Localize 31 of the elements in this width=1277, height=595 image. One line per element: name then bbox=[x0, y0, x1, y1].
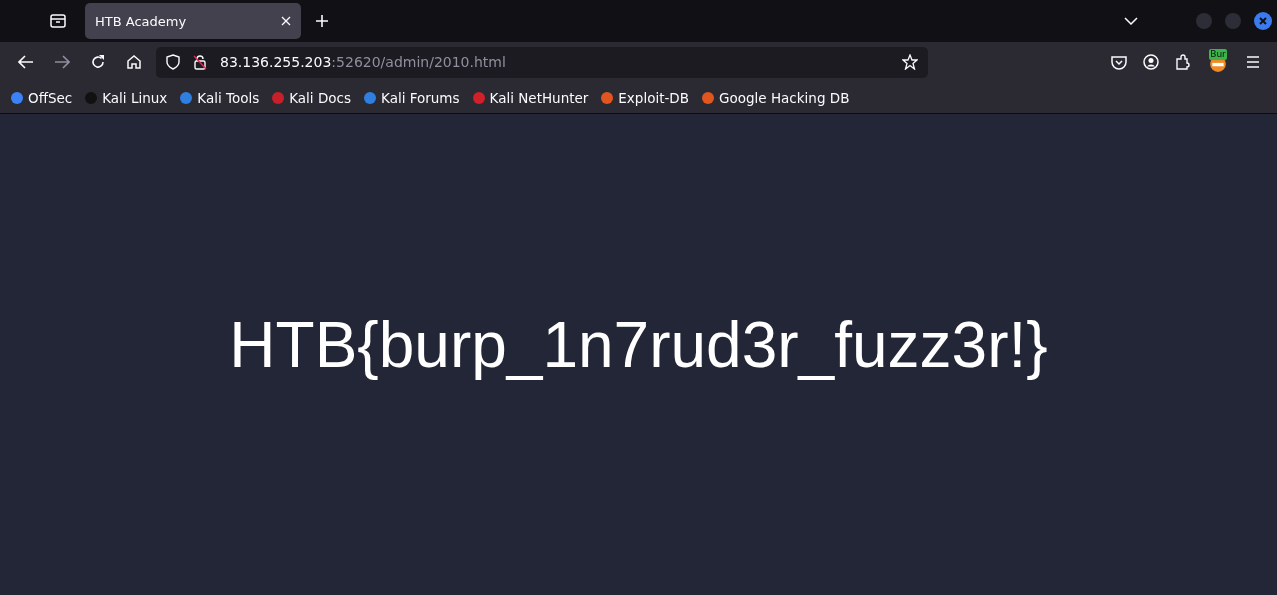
pocket-icon[interactable] bbox=[1111, 54, 1127, 70]
account-icon[interactable] bbox=[1143, 54, 1159, 70]
bookmark-item[interactable]: Kali NetHunter bbox=[471, 89, 589, 106]
close-window-button[interactable] bbox=[1254, 12, 1272, 30]
forward-icon[interactable] bbox=[54, 55, 70, 69]
close-icon bbox=[1259, 17, 1267, 25]
extension-button[interactable]: Bur bbox=[1207, 49, 1229, 75]
extension-badge: Bur bbox=[1209, 49, 1227, 60]
bookmark-item[interactable]: OffSec bbox=[10, 89, 73, 106]
shield-icon[interactable] bbox=[166, 54, 180, 70]
bookmark-item[interactable]: Google Hacking DB bbox=[701, 89, 850, 106]
close-icon[interactable] bbox=[281, 16, 291, 26]
bookmark-item[interactable]: Kali Docs bbox=[271, 89, 352, 106]
reload-icon[interactable] bbox=[90, 54, 106, 70]
home-icon[interactable] bbox=[126, 54, 142, 70]
insecure-lock-icon[interactable] bbox=[192, 54, 208, 70]
url-text: 83.136.255.203:52620/admin/2010.html bbox=[220, 54, 506, 70]
chevron-down-icon[interactable] bbox=[1124, 17, 1138, 25]
back-icon[interactable] bbox=[18, 55, 34, 69]
flag-text: HTB{burp_1n7rud3r_fuzz3r!} bbox=[229, 308, 1048, 383]
bookmark-item[interactable]: Kali Linux bbox=[84, 89, 168, 106]
bookmark-item[interactable]: Kali Tools bbox=[179, 89, 260, 106]
tab-list-icon[interactable] bbox=[50, 14, 66, 28]
bookmark-item[interactable]: Exploit-DB bbox=[600, 89, 689, 106]
star-icon[interactable] bbox=[902, 54, 918, 70]
bookmark-item[interactable]: Kali Forums bbox=[363, 89, 460, 106]
address-bar[interactable]: 83.136.255.203:52620/admin/2010.html bbox=[156, 46, 928, 78]
plus-icon[interactable] bbox=[315, 14, 329, 28]
puzzle-icon[interactable] bbox=[1175, 54, 1191, 70]
browser-tab[interactable]: HTB Academy bbox=[85, 3, 301, 39]
menu-icon[interactable] bbox=[1245, 55, 1261, 69]
